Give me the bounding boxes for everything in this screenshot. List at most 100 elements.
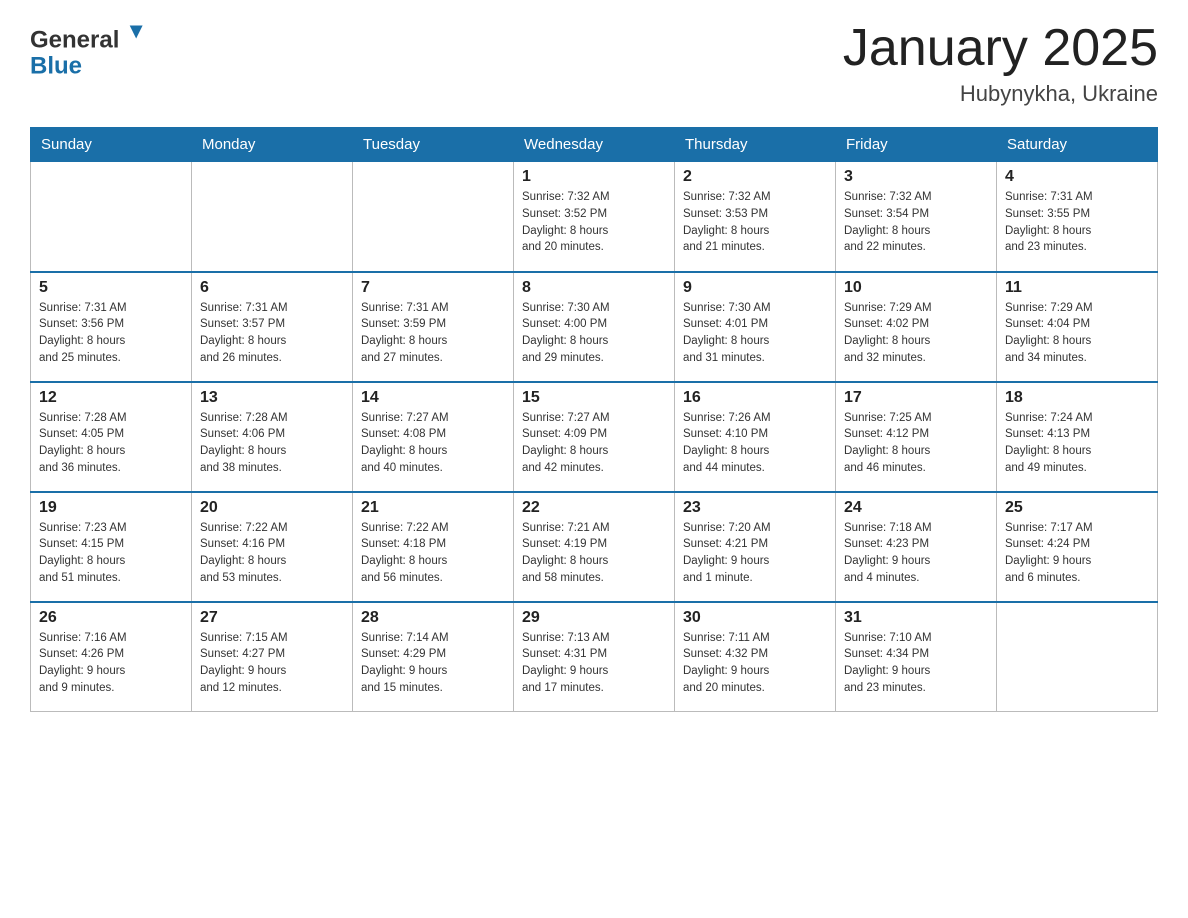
day-cell: 28Sunrise: 7:14 AMSunset: 4:29 PMDayligh… bbox=[353, 602, 514, 712]
page-header: General Blue January 2025 Hubynykha, Ukr… bbox=[30, 20, 1158, 107]
day-number: 1 bbox=[522, 168, 666, 186]
weekday-header-saturday: Saturday bbox=[997, 128, 1158, 162]
day-info: Sunrise: 7:30 AMSunset: 4:01 PMDaylight:… bbox=[683, 300, 827, 367]
day-cell: 5 Sunrise: 7:31 AMSunset: 3:56 PMDaylight… bbox=[31, 272, 192, 382]
day-cell bbox=[997, 602, 1158, 712]
day-info: Sunrise: 7:21 AMSunset: 4:19 PMDaylight:… bbox=[522, 520, 666, 587]
day-number: 4 bbox=[1005, 168, 1149, 186]
svg-text:Blue: Blue bbox=[30, 53, 82, 80]
day-cell bbox=[353, 162, 514, 272]
day-info: Sunrise: 7:16 AMSunset: 4:26 PMDaylight:… bbox=[39, 630, 183, 697]
calendar-title-area: January 2025 Hubynykha, Ukraine bbox=[843, 20, 1158, 107]
day-cell: 12Sunrise: 7:28 AMSunset: 4:05 PMDayligh… bbox=[31, 382, 192, 492]
day-cell: 24Sunrise: 7:18 AMSunset: 4:23 PMDayligh… bbox=[836, 492, 997, 602]
day-info: Sunrise: 7:32 AMSunset: 3:53 PMDaylight:… bbox=[683, 189, 827, 256]
day-number: 15 bbox=[522, 389, 666, 407]
day-cell: 9 Sunrise: 7:30 AMSunset: 4:01 PMDaylight… bbox=[675, 272, 836, 382]
day-number: 17 bbox=[844, 389, 988, 407]
day-info: Sunrise: 7:22 AMSunset: 4:16 PMDaylight:… bbox=[200, 520, 344, 587]
day-cell: 27 Sunrise: 7:15 AMSunset: 4:27 PMDayligh… bbox=[192, 602, 353, 712]
day-info: Sunrise: 7:29 AMSunset: 4:04 PMDaylight:… bbox=[1005, 300, 1149, 367]
weekday-header-friday: Friday bbox=[836, 128, 997, 162]
day-info: Sunrise: 7:32 AMSunset: 3:54 PMDaylight:… bbox=[844, 189, 988, 256]
day-info: Sunrise: 7:31 AMSunset: 3:55 PMDaylight:… bbox=[1005, 189, 1149, 256]
month-title: January 2025 bbox=[843, 20, 1158, 77]
day-info: Sunrise: 7:29 AMSunset: 4:02 PMDaylight:… bbox=[844, 300, 988, 367]
day-info: Sunrise: 7:17 AMSunset: 4:24 PMDaylight:… bbox=[1005, 520, 1149, 587]
day-cell: 30Sunrise: 7:11 AMSunset: 4:32 PMDayligh… bbox=[675, 602, 836, 712]
day-info: Sunrise: 7:25 AMSunset: 4:12 PMDaylight:… bbox=[844, 410, 988, 477]
day-info: Sunrise: 7:31 AMSunset: 3:59 PMDaylight:… bbox=[361, 300, 505, 367]
day-info: Sunrise: 7:13 AMSunset: 4:31 PMDaylight:… bbox=[522, 630, 666, 697]
weekday-header-thursday: Thursday bbox=[675, 128, 836, 162]
day-number: 23 bbox=[683, 499, 827, 517]
day-number: 20 bbox=[200, 499, 344, 517]
day-cell: 25Sunrise: 7:17 AMSunset: 4:24 PMDayligh… bbox=[997, 492, 1158, 602]
day-number: 21 bbox=[361, 499, 505, 517]
day-info: Sunrise: 7:27 AMSunset: 4:08 PMDaylight:… bbox=[361, 410, 505, 477]
day-info: Sunrise: 7:20 AMSunset: 4:21 PMDaylight:… bbox=[683, 520, 827, 587]
day-cell: 17 Sunrise: 7:25 AMSunset: 4:12 PMDayligh… bbox=[836, 382, 997, 492]
day-number: 7 bbox=[361, 279, 505, 297]
weekday-header-monday: Monday bbox=[192, 128, 353, 162]
day-cell: 7 Sunrise: 7:31 AMSunset: 3:59 PMDaylight… bbox=[353, 272, 514, 382]
day-number: 28 bbox=[361, 609, 505, 627]
week-row-3: 12Sunrise: 7:28 AMSunset: 4:05 PMDayligh… bbox=[31, 382, 1158, 492]
day-info: Sunrise: 7:10 AMSunset: 4:34 PMDaylight:… bbox=[844, 630, 988, 697]
calendar-table: SundayMondayTuesdayWednesdayThursdayFrid… bbox=[30, 127, 1158, 712]
weekday-header-tuesday: Tuesday bbox=[353, 128, 514, 162]
day-info: Sunrise: 7:32 AMSunset: 3:52 PMDaylight:… bbox=[522, 189, 666, 256]
day-cell: 16 Sunrise: 7:26 AMSunset: 4:10 PMDayligh… bbox=[675, 382, 836, 492]
day-number: 22 bbox=[522, 499, 666, 517]
day-number: 14 bbox=[361, 389, 505, 407]
day-info: Sunrise: 7:23 AMSunset: 4:15 PMDaylight:… bbox=[39, 520, 183, 587]
day-number: 5 bbox=[39, 279, 183, 297]
day-info: Sunrise: 7:31 AMSunset: 3:56 PMDaylight:… bbox=[39, 300, 183, 367]
day-cell: 20 Sunrise: 7:22 AMSunset: 4:16 PMDayligh… bbox=[192, 492, 353, 602]
day-number: 6 bbox=[200, 279, 344, 297]
weekday-header-row: SundayMondayTuesdayWednesdayThursdayFrid… bbox=[31, 128, 1158, 162]
day-cell: 31 Sunrise: 7:10 AMSunset: 4:34 PMDayligh… bbox=[836, 602, 997, 712]
week-row-2: 5 Sunrise: 7:31 AMSunset: 3:56 PMDaylight… bbox=[31, 272, 1158, 382]
day-info: Sunrise: 7:31 AMSunset: 3:57 PMDaylight:… bbox=[200, 300, 344, 367]
day-number: 31 bbox=[844, 609, 988, 627]
weekday-header-sunday: Sunday bbox=[31, 128, 192, 162]
day-cell: 8 Sunrise: 7:30 AMSunset: 4:00 PMDaylight… bbox=[514, 272, 675, 382]
day-cell: 22 Sunrise: 7:21 AMSunset: 4:19 PMDayligh… bbox=[514, 492, 675, 602]
day-info: Sunrise: 7:24 AMSunset: 4:13 PMDaylight:… bbox=[1005, 410, 1149, 477]
day-cell: 15 Sunrise: 7:27 AMSunset: 4:09 PMDayligh… bbox=[514, 382, 675, 492]
day-info: Sunrise: 7:28 AMSunset: 4:05 PMDaylight:… bbox=[39, 410, 183, 477]
day-info: Sunrise: 7:26 AMSunset: 4:10 PMDaylight:… bbox=[683, 410, 827, 477]
day-cell: 1 Sunrise: 7:32 AMSunset: 3:52 PMDaylight… bbox=[514, 162, 675, 272]
week-row-1: 1 Sunrise: 7:32 AMSunset: 3:52 PMDaylight… bbox=[31, 162, 1158, 272]
day-cell: 14 Sunrise: 7:27 AMSunset: 4:08 PMDayligh… bbox=[353, 382, 514, 492]
day-number: 24 bbox=[844, 499, 988, 517]
day-cell: 10 Sunrise: 7:29 AMSunset: 4:02 PMDayligh… bbox=[836, 272, 997, 382]
day-cell: 19 Sunrise: 7:23 AMSunset: 4:15 PMDayligh… bbox=[31, 492, 192, 602]
day-info: Sunrise: 7:22 AMSunset: 4:18 PMDaylight:… bbox=[361, 520, 505, 587]
day-cell: 11Sunrise: 7:29 AMSunset: 4:04 PMDayligh… bbox=[997, 272, 1158, 382]
logo-svg: General Blue bbox=[30, 20, 150, 80]
day-number: 2 bbox=[683, 168, 827, 186]
day-info: Sunrise: 7:30 AMSunset: 4:00 PMDaylight:… bbox=[522, 300, 666, 367]
day-cell: 4 Sunrise: 7:31 AMSunset: 3:55 PMDaylight… bbox=[997, 162, 1158, 272]
day-cell bbox=[192, 162, 353, 272]
day-number: 30 bbox=[683, 609, 827, 627]
day-cell: 18 Sunrise: 7:24 AMSunset: 4:13 PMDayligh… bbox=[997, 382, 1158, 492]
day-info: Sunrise: 7:27 AMSunset: 4:09 PMDaylight:… bbox=[522, 410, 666, 477]
day-number: 9 bbox=[683, 279, 827, 297]
day-cell: 29 Sunrise: 7:13 AMSunset: 4:31 PMDayligh… bbox=[514, 602, 675, 712]
day-number: 29 bbox=[522, 609, 666, 627]
day-number: 16 bbox=[683, 389, 827, 407]
day-number: 19 bbox=[39, 499, 183, 517]
day-cell: 21 Sunrise: 7:22 AMSunset: 4:18 PMDayligh… bbox=[353, 492, 514, 602]
day-number: 27 bbox=[200, 609, 344, 627]
day-info: Sunrise: 7:15 AMSunset: 4:27 PMDaylight:… bbox=[200, 630, 344, 697]
day-cell bbox=[31, 162, 192, 272]
day-cell: 3Sunrise: 7:32 AMSunset: 3:54 PMDaylight… bbox=[836, 162, 997, 272]
day-cell: 23 Sunrise: 7:20 AMSunset: 4:21 PMDayligh… bbox=[675, 492, 836, 602]
day-number: 8 bbox=[522, 279, 666, 297]
day-number: 10 bbox=[844, 279, 988, 297]
day-number: 18 bbox=[1005, 389, 1149, 407]
day-cell: 26Sunrise: 7:16 AMSunset: 4:26 PMDayligh… bbox=[31, 602, 192, 712]
